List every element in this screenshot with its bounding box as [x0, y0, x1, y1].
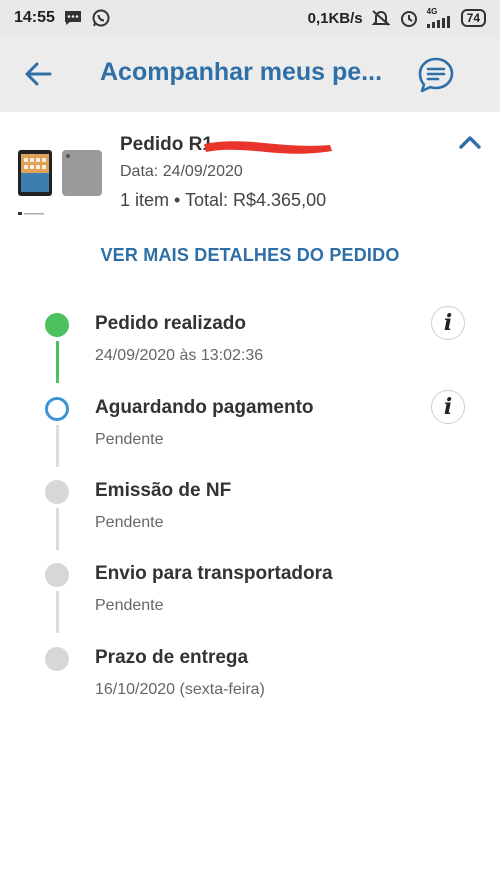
timeline-step-3: Emissão de NF Pendente: [0, 467, 500, 551]
order-details-link[interactable]: VER MAIS DETALHES DO PEDIDO: [0, 245, 500, 266]
timeline-step-4: Envio para transportadora Pendente: [0, 550, 500, 634]
timeline-connector: [56, 591, 59, 633]
network-type: 4G: [426, 7, 438, 16]
info-icon[interactable]: i: [431, 390, 465, 424]
step-done-dot: [45, 313, 69, 337]
message-icon: [63, 9, 83, 27]
timeline-connector: [56, 508, 59, 550]
order-summary: 1 item • Total: R$4.365,00: [120, 190, 327, 210]
order-date: Data: 24/09/2020: [120, 163, 243, 180]
timeline-connector: [56, 341, 59, 383]
timeline-step-2: Aguardando pagamento Pendente i: [0, 384, 500, 468]
page-title: Acompanhar meus pe...: [100, 58, 383, 86]
timeline-connector: [56, 425, 59, 467]
app-bar: Acompanhar meus pe...: [0, 36, 500, 112]
redaction-mark: [202, 136, 334, 158]
mute-icon: [371, 8, 391, 28]
product-image: [16, 148, 106, 230]
step-subtitle: 16/10/2020 (sexta-feira): [95, 681, 265, 698]
step-title: Envio para transportadora: [95, 563, 333, 584]
step-title: Emissão de NF: [95, 480, 232, 501]
timeline-step-5: Prazo de entrega 16/10/2020 (sexta-feira…: [0, 634, 500, 718]
step-subtitle: 24/09/2020 às 13:02:36: [95, 347, 264, 364]
step-subtitle: Pendente: [95, 597, 164, 614]
chevron-up-icon[interactable]: [456, 130, 484, 154]
step-subtitle: Pendente: [95, 431, 164, 448]
battery-icon: 74: [460, 9, 486, 27]
step-title: Prazo de entrega: [95, 647, 249, 668]
network-speed: 0,1KB/s: [307, 9, 363, 27]
step-pending-dot: [45, 480, 69, 504]
alarm-icon: [399, 8, 419, 28]
step-title: Aguardando pagamento: [95, 397, 314, 418]
whatsapp-icon: [91, 8, 111, 28]
status-bar: 14:55 0,1KB/s 4G 74: [0, 0, 500, 36]
status-time: 14:55: [14, 9, 55, 26]
step-pending-dot: [45, 647, 69, 671]
signal-icon: 4G: [426, 7, 453, 28]
info-icon[interactable]: i: [431, 306, 465, 340]
arrow-left-icon[interactable]: [22, 58, 54, 90]
chat-icon[interactable]: [416, 56, 456, 94]
timeline-step-1: Pedido realizado 24/09/2020 às 13:02:36 …: [0, 300, 500, 384]
step-title: Pedido realizado: [95, 313, 246, 334]
step-current-dot: [45, 397, 69, 421]
step-subtitle: Pendente: [95, 514, 164, 531]
step-pending-dot: [45, 563, 69, 587]
order-id: Pedido R1: [120, 134, 213, 155]
